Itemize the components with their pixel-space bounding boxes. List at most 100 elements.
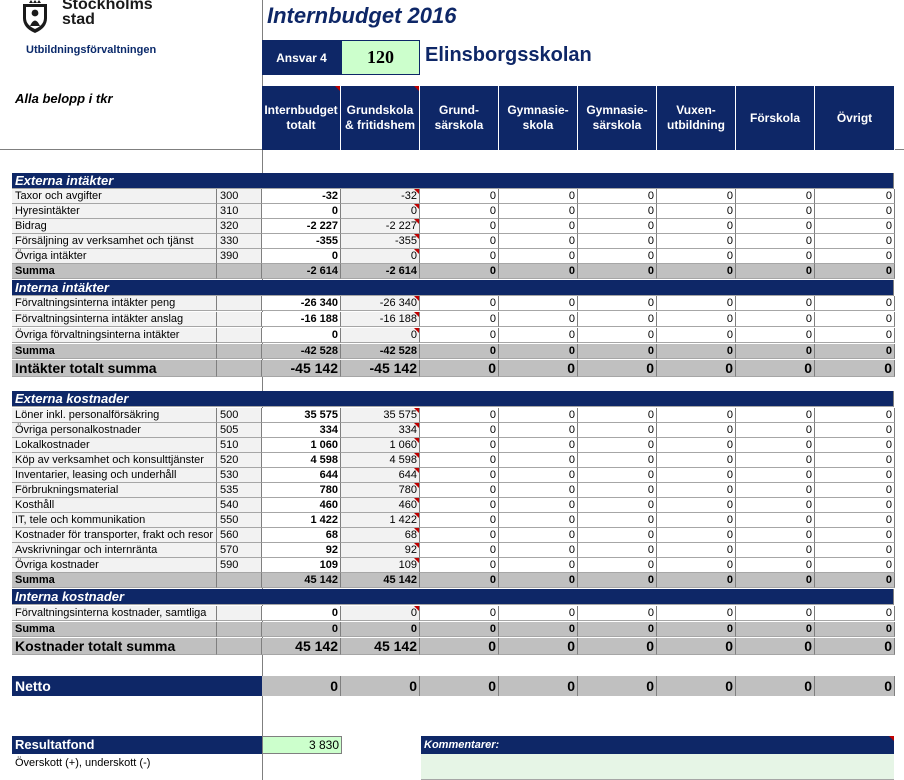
value-cell[interactable]: 0 [736, 513, 815, 528]
value-cell[interactable]: 0 [499, 438, 578, 453]
value-cell[interactable]: 0 [736, 204, 815, 219]
value-cell[interactable]: 0 [657, 606, 736, 621]
value-cell[interactable]: 0 [499, 423, 578, 438]
value-cell[interactable]: 0 [815, 312, 895, 327]
value-cell[interactable]: 0 [420, 219, 499, 234]
value-cell[interactable]: 0 [815, 543, 895, 558]
value-cell[interactable]: 0 [578, 408, 657, 423]
value-cell[interactable]: 0 [736, 189, 815, 204]
value-cell[interactable]: 0 [736, 312, 815, 327]
value-cell[interactable]: 0 [736, 296, 815, 311]
value-cell[interactable]: 0 [420, 234, 499, 249]
value-cell[interactable]: 0 [657, 438, 736, 453]
ansvar-input[interactable]: 120 [341, 40, 420, 75]
value-cell[interactable]: 0 [815, 296, 895, 311]
value-cell[interactable]: 0 [420, 498, 499, 513]
value-cell[interactable]: 0 [578, 423, 657, 438]
value-cell[interactable]: 0 [420, 543, 499, 558]
value-cell[interactable]: 0 [420, 312, 499, 327]
value-cell[interactable]: 0 [657, 468, 736, 483]
value-cell[interactable]: 0 [657, 513, 736, 528]
value-cell[interactable]: 0 [736, 408, 815, 423]
value-cell[interactable]: 0 [578, 453, 657, 468]
value-cell[interactable]: 0 [736, 483, 815, 498]
value-cell[interactable]: 0 [420, 453, 499, 468]
value-cell[interactable]: 0 [657, 498, 736, 513]
value-cell[interactable]: 0 [815, 558, 895, 573]
value-cell[interactable]: 0 [815, 423, 895, 438]
value-cell[interactable]: 0 [815, 328, 895, 343]
value-cell[interactable]: 0 [578, 558, 657, 573]
value-cell[interactable]: 0 [657, 328, 736, 343]
value-cell[interactable]: 0 [420, 249, 499, 264]
value-cell[interactable]: 0 [815, 453, 895, 468]
value-cell[interactable]: 0 [499, 513, 578, 528]
value-cell[interactable]: 0 [736, 543, 815, 558]
value-cell[interactable]: 0 [578, 296, 657, 311]
value-cell[interactable]: 0 [736, 558, 815, 573]
value-cell[interactable]: 0 [420, 328, 499, 343]
value-cell[interactable]: 0 [815, 438, 895, 453]
value-cell[interactable]: 0 [815, 219, 895, 234]
value-cell[interactable]: 0 [499, 312, 578, 327]
value-cell[interactable]: 0 [499, 543, 578, 558]
value-cell[interactable]: 0 [815, 249, 895, 264]
value-cell[interactable]: 0 [815, 468, 895, 483]
value-cell[interactable]: 0 [657, 219, 736, 234]
value-cell[interactable]: 0 [420, 513, 499, 528]
value-cell[interactable]: 0 [499, 606, 578, 621]
value-cell[interactable]: 0 [736, 468, 815, 483]
value-cell[interactable]: 0 [815, 234, 895, 249]
value-cell[interactable]: 0 [499, 498, 578, 513]
value-cell[interactable]: 0 [420, 468, 499, 483]
value-cell[interactable]: 0 [657, 423, 736, 438]
value-cell[interactable]: 0 [815, 189, 895, 204]
value-cell[interactable]: 0 [499, 249, 578, 264]
value-cell[interactable]: 0 [736, 249, 815, 264]
value-cell[interactable]: 0 [657, 408, 736, 423]
value-cell[interactable]: 0 [815, 204, 895, 219]
value-cell[interactable]: 0 [657, 558, 736, 573]
value-cell[interactable]: 0 [420, 483, 499, 498]
value-cell[interactable]: 0 [578, 189, 657, 204]
value-cell[interactable]: 0 [657, 296, 736, 311]
value-cell[interactable]: 0 [815, 606, 895, 621]
value-cell[interactable]: 0 [499, 408, 578, 423]
value-cell[interactable]: 0 [499, 296, 578, 311]
value-cell[interactable]: 0 [657, 312, 736, 327]
value-cell[interactable]: 0 [420, 606, 499, 621]
value-cell[interactable]: 0 [578, 498, 657, 513]
value-cell[interactable]: 0 [499, 453, 578, 468]
value-cell[interactable]: 0 [420, 204, 499, 219]
value-cell[interactable]: 0 [657, 189, 736, 204]
value-cell[interactable]: 0 [815, 483, 895, 498]
value-cell[interactable]: 0 [578, 219, 657, 234]
value-cell[interactable]: 0 [499, 528, 578, 543]
value-cell[interactable]: 0 [578, 312, 657, 327]
value-cell[interactable]: 0 [736, 498, 815, 513]
value-cell[interactable]: 0 [657, 234, 736, 249]
value-cell[interactable]: 0 [499, 234, 578, 249]
value-cell[interactable]: 0 [657, 204, 736, 219]
value-cell[interactable]: 0 [499, 468, 578, 483]
value-cell[interactable]: 0 [420, 423, 499, 438]
value-cell[interactable]: 0 [499, 189, 578, 204]
value-cell[interactable]: 0 [578, 528, 657, 543]
value-cell[interactable]: 0 [578, 513, 657, 528]
value-cell[interactable]: 0 [578, 543, 657, 558]
value-cell[interactable]: 0 [499, 328, 578, 343]
value-cell[interactable]: 0 [578, 234, 657, 249]
value-cell[interactable]: 0 [578, 606, 657, 621]
value-cell[interactable]: 0 [815, 498, 895, 513]
value-cell[interactable]: 0 [499, 204, 578, 219]
value-cell[interactable]: 0 [736, 328, 815, 343]
value-cell[interactable]: 0 [657, 528, 736, 543]
value-cell[interactable]: 0 [578, 328, 657, 343]
value-cell[interactable]: 0 [815, 528, 895, 543]
value-cell[interactable]: 0 [815, 513, 895, 528]
value-cell[interactable]: 0 [420, 408, 499, 423]
value-cell[interactable]: 0 [578, 468, 657, 483]
value-cell[interactable]: 0 [499, 483, 578, 498]
value-cell[interactable]: 0 [815, 408, 895, 423]
resultatfond-input[interactable]: 3 830 [262, 736, 342, 754]
